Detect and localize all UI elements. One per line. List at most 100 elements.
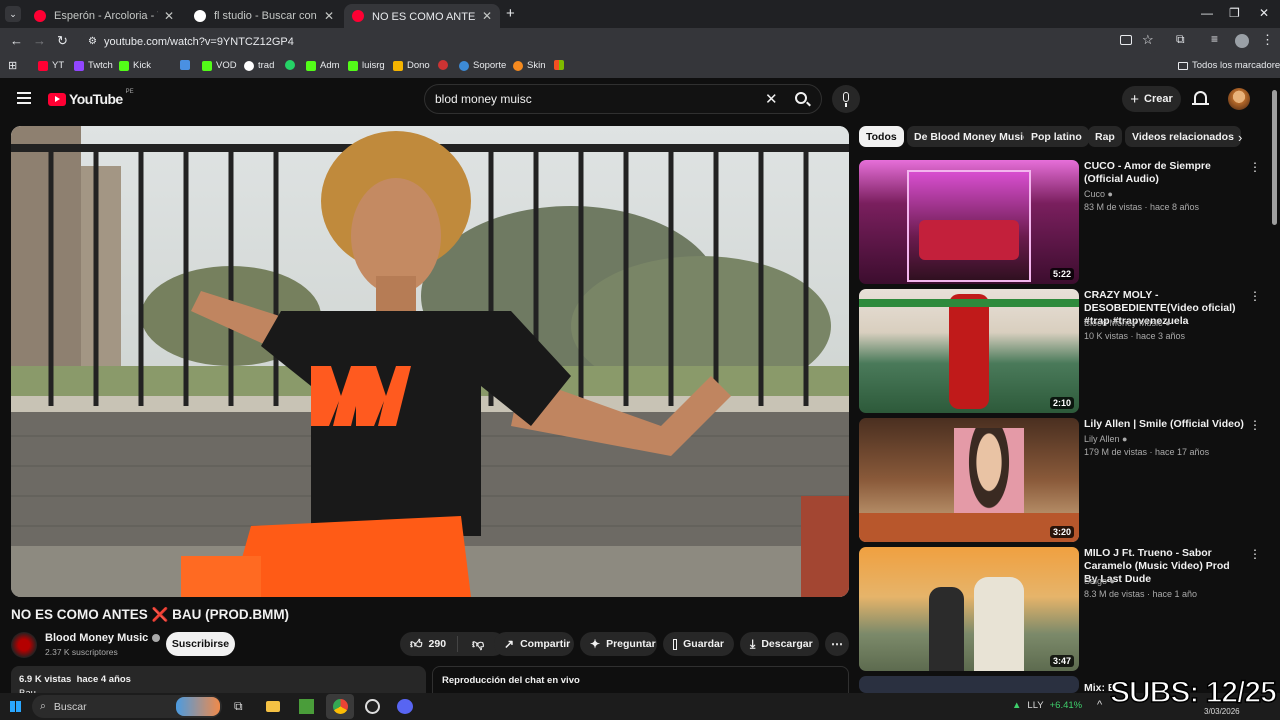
more-vert-icon[interactable]: ⋮ [1249, 547, 1261, 561]
browser-tab[interactable]: fl studio - Buscar con Google ✕ [186, 4, 342, 28]
browser-tab[interactable]: Esperón - Arcoloria - YouTube ✕ [26, 4, 182, 28]
chrome-menu-icon[interactable]: ⋮ [1261, 32, 1274, 48]
notifications-bell-icon[interactable] [1194, 91, 1207, 103]
close-tab-icon[interactable]: ✕ [324, 9, 334, 23]
channel-name[interactable]: Blood Money Music [45, 632, 161, 644]
bookmark-star-icon[interactable]: ☆ [1142, 32, 1154, 48]
taskbar-search-box[interactable]: ⌕ Buscar [32, 695, 222, 718]
bookmark-item[interactable] [180, 60, 190, 70]
media-controls-icon[interactable]: ≡ [1211, 32, 1218, 46]
duration-badge: 3:47 [1049, 655, 1074, 667]
profile-avatar-icon[interactable] [1235, 34, 1249, 48]
recommended-channel[interactable]: Cuco ● [1084, 189, 1113, 199]
ask-button[interactable]: ✦ Preguntar [580, 632, 657, 656]
video-thumbnail[interactable]: 3:47 [859, 547, 1079, 671]
recommended-title[interactable]: CUCO - Amor de Siempre (Official Audio) [1084, 160, 1244, 186]
bookmarks-bar: ⊞ YT Twtch Kick VOD trad Adm luisrg Dono… [0, 56, 1280, 78]
site-info-icon[interactable]: ⚙ [88, 36, 97, 47]
browser-tab-active[interactable]: NO ES COMO ANTES ❌ BAU (PROD.BMM) ✕ [344, 4, 500, 28]
stock-widget[interactable]: ▲ LLY +6.41% [1012, 700, 1082, 711]
dislike-button[interactable]: 👎︎ [464, 637, 484, 652]
bookmark-item[interactable]: Dono [393, 60, 430, 71]
recommended-meta: 10 K vistas · hace 3 años [1084, 331, 1186, 341]
forward-arrow-icon[interactable]: → [33, 33, 46, 48]
windows-start-icon[interactable] [10, 701, 21, 712]
all-bookmarks-folder[interactable]: Todos los marcadores [1178, 60, 1280, 71]
more-vert-icon[interactable]: ⋮ [1249, 289, 1261, 303]
video-player[interactable] [11, 126, 849, 597]
bookmark-item[interactable]: luisrg [348, 60, 385, 71]
page-scrollbar[interactable] [1272, 90, 1277, 225]
reload-icon[interactable]: ↻ [57, 33, 68, 49]
video-thumbnail[interactable]: 2:10 [859, 289, 1079, 413]
file-explorer-icon[interactable] [266, 701, 280, 712]
task-view-icon[interactable]: ⧉ [234, 699, 243, 714]
save-button[interactable]: Guardar [663, 632, 734, 656]
recommended-video[interactable]: 3:20 Lily Allen | Smile (Official Video)… [859, 418, 1269, 542]
bookmark-item[interactable]: Twtch [74, 60, 113, 71]
extensions-icon[interactable]: ⧉ [1176, 32, 1185, 47]
hamburger-menu-icon[interactable] [17, 92, 31, 104]
recommended-channel[interactable]: Lily Allen ● [1084, 434, 1127, 444]
chip-videos-relacionados[interactable]: Videos relacionados [1125, 126, 1241, 147]
video-thumbnail[interactable]: 5:22 [859, 160, 1079, 284]
discord-icon[interactable] [397, 699, 413, 714]
recommended-channel[interactable]: Saigo ● [1084, 576, 1115, 586]
channel-avatar[interactable] [11, 632, 37, 658]
chrome-taskbar-icon[interactable] [326, 694, 354, 719]
recommended-video[interactable]: 2:10 CRAZY MOLY - DESOBEDIENTE(Video ofi… [859, 289, 1269, 413]
recommended-video[interactable]: 5:22 CUCO - Amor de Siempre (Official Au… [859, 160, 1269, 284]
voice-search-button[interactable] [832, 85, 860, 113]
recommended-channel[interactable]: Blood Money Music ● [1084, 318, 1171, 328]
verified-check-icon: ● [1109, 576, 1115, 586]
video-thumbnail[interactable] [859, 676, 1079, 693]
back-arrow-icon[interactable]: ← [10, 33, 23, 48]
more-actions-button[interactable]: ⋯ [825, 632, 849, 656]
cast-icon[interactable] [1120, 35, 1132, 45]
more-vert-icon[interactable]: ⋮ [1249, 160, 1261, 174]
clear-search-icon[interactable]: ✕ [765, 90, 778, 108]
video-thumbnail[interactable]: 3:20 [859, 418, 1079, 542]
chip-scroll-right-icon[interactable]: › [1238, 130, 1242, 145]
tab-search-button[interactable]: ⌄ [5, 6, 21, 22]
share-button[interactable]: ↗ Compartir [494, 632, 574, 656]
thumbnail-person [929, 587, 964, 671]
bookmark-item[interactable]: Skin [513, 60, 545, 71]
description-box[interactable]: 6.9 K vistas hace 4 años Bau [11, 666, 426, 696]
chat-replay-box[interactable]: Reproducción del chat en vivo [432, 666, 849, 696]
chip-pop-latino[interactable]: Pop latino [1024, 126, 1089, 147]
new-tab-plus-icon[interactable]: + [506, 5, 515, 22]
like-button[interactable]: 👍︎ 290 [400, 636, 458, 652]
apps-grid-icon[interactable]: ⊞ [8, 59, 17, 72]
bookmark-item[interactable]: Adm [306, 60, 340, 71]
obs-icon[interactable] [365, 699, 380, 714]
bookmark-item[interactable]: YT [38, 60, 64, 71]
chip-de-blood-money-music[interactable]: De Blood Money Music [907, 126, 1036, 147]
chip-todos[interactable]: Todos [859, 126, 904, 147]
restore-icon[interactable]: ❐ [1229, 6, 1240, 20]
minecraft-icon[interactable] [299, 699, 314, 714]
youtube-logo[interactable]: YouTube PE [48, 89, 134, 107]
bookmark-item[interactable] [285, 60, 295, 70]
create-button[interactable]: + Crear [1122, 86, 1181, 112]
minimize-icon[interactable]: — [1201, 6, 1213, 20]
download-button[interactable]: ⤓ Descargar [740, 632, 819, 656]
bookmark-item[interactable] [554, 60, 564, 70]
subscribe-button[interactable]: Suscribirse [166, 632, 235, 656]
recommended-video[interactable]: 3:47 MILO J Ft. Trueno - Sabor Caramelo … [859, 547, 1269, 671]
bookmark-item[interactable] [438, 60, 448, 70]
more-vert-icon[interactable]: ⋮ [1249, 418, 1261, 432]
address-bar[interactable]: ⚙ youtube.com/watch?v=9YNTCZ12GP4 [80, 31, 1160, 53]
recommended-title[interactable]: Lily Allen | Smile (Official Video) [1084, 418, 1244, 431]
bookmark-item[interactable]: Kick [119, 60, 151, 71]
tray-chevron-icon[interactable]: ^ [1097, 699, 1102, 711]
search-input[interactable]: blod money muisc ✕ [424, 84, 822, 114]
bookmark-item[interactable]: Soporte [459, 60, 506, 71]
chip-rap[interactable]: Rap [1088, 126, 1122, 147]
close-tab-icon[interactable]: ✕ [164, 9, 174, 23]
close-tab-icon[interactable]: ✕ [482, 9, 492, 23]
bookmark-item[interactable]: trad [244, 60, 274, 71]
bookmark-item[interactable]: VOD [202, 60, 237, 71]
close-window-icon[interactable]: ✕ [1259, 6, 1269, 20]
account-avatar[interactable] [1228, 88, 1250, 110]
